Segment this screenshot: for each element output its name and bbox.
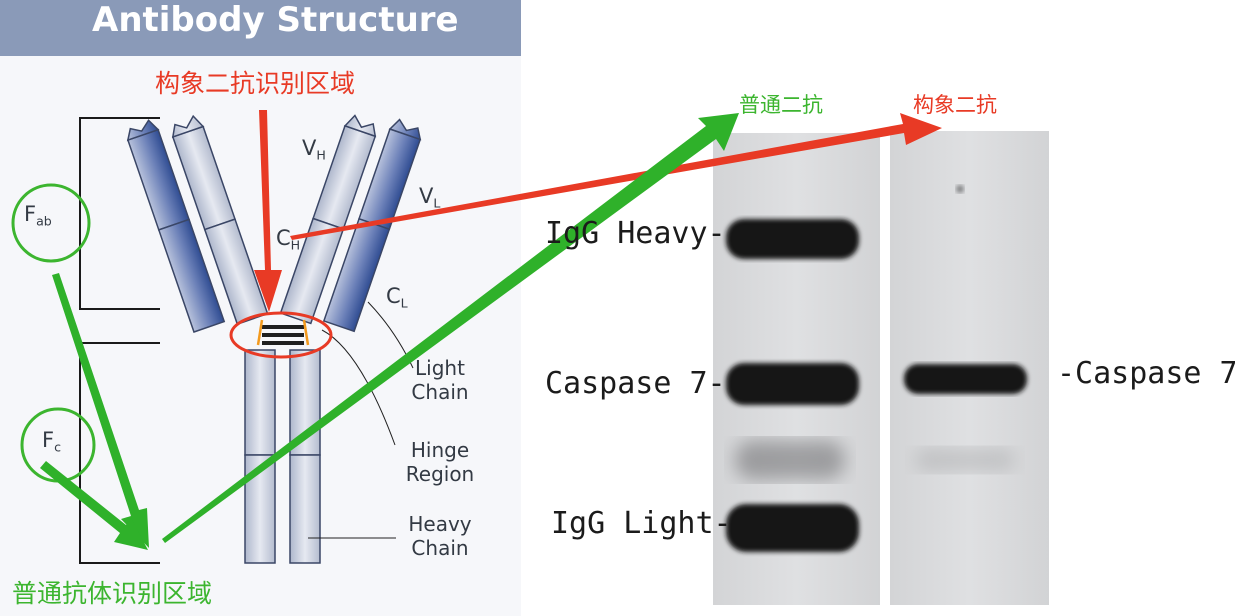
heavy-chain-label: Heavy Chain [408, 512, 472, 560]
left-arm [126, 114, 269, 333]
conformational-region-label: 构象二抗识别区域 [155, 69, 356, 98]
band-caspase7-lane2 [904, 364, 1027, 394]
band-caspase7-lane1 [726, 363, 859, 405]
fc-label: Fc [42, 428, 62, 455]
fab-label: Fab [24, 202, 52, 229]
figure: Antibody Structure 构象二抗识别区域 普通抗体识别区域 Fab… [0, 0, 1235, 616]
lane1-title: 普通二抗 [739, 93, 823, 117]
figure-title: Antibody Structure [92, 0, 459, 40]
vh-label: VH [302, 136, 326, 163]
red-arrow-down [254, 110, 282, 312]
ch-label: CH [276, 226, 301, 253]
blot-label-caspase7-right: -Caspase 7 [1057, 356, 1235, 391]
band-igg-heavy [726, 219, 859, 259]
hinge-bonds [256, 319, 310, 346]
lane2-title: 构象二抗 [913, 93, 997, 117]
cl-label: CL [386, 284, 408, 311]
light-chain-label: Light Chain [411, 356, 469, 404]
vl-label: VL [419, 184, 441, 211]
blot-label-igg-heavy: IgG Heavy- [545, 216, 726, 251]
blot-label-igg-light: IgG Light- [551, 506, 732, 541]
band-igg-light [726, 504, 859, 552]
hinge-region-label: Hinge Region [405, 438, 475, 486]
normal-region-label: 普通抗体识别区域 [12, 579, 213, 608]
blot-label-caspase7: Caspase 7- [545, 366, 726, 401]
